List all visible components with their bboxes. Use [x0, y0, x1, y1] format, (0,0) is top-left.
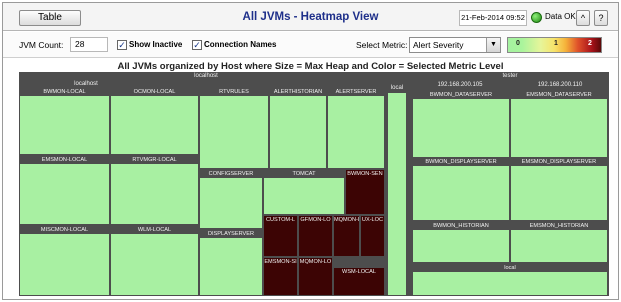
jvm-cell[interactable]: BWMON_DATASERVER — [413, 91, 509, 157]
table-button[interactable]: Table — [19, 10, 81, 26]
host-subheader-localhost: localhost — [74, 81, 98, 87]
host-header-localhost: localhost — [194, 73, 218, 79]
jvm-count-label: JVM Count: — [19, 40, 64, 50]
jvm-cell-critical[interactable]: CUSTOM-L — [264, 216, 297, 256]
jvm-cell-critical[interactable]: GFMON-LO — [299, 216, 332, 256]
jvm-count-field: 28 — [70, 37, 108, 52]
date-display: 21-Feb-2014 09:52 — [459, 10, 527, 26]
legend-mid: 1 — [554, 40, 558, 47]
host-ip-2: 192.168.200.110 — [537, 82, 583, 88]
heatmap-window: Table All JVMs - Heatmap View 21-Feb-201… — [2, 2, 619, 300]
jvm-cell[interactable]: RTVRULES — [200, 88, 268, 168]
jvm-cell[interactable]: local — [413, 264, 607, 295]
jvm-cell[interactable]: BWMON-LOCAL — [20, 88, 109, 154]
chevron-down-icon[interactable]: ▼ — [486, 38, 500, 52]
jvm-cell[interactable]: EMSMON-LOCAL — [20, 156, 109, 224]
host-ip-1: 192.168.200.105 — [437, 82, 483, 88]
title-bar: Table All JVMs - Heatmap View 21-Feb-201… — [3, 3, 618, 31]
color-legend: 0 1 2 — [507, 37, 602, 53]
connection-names-label: Connection Names — [204, 40, 277, 49]
data-ok-label: Data OK — [545, 12, 576, 21]
heatmap-title: All JVMs organized by Host where Size = … — [117, 61, 504, 72]
help-button[interactable]: ? — [594, 10, 608, 26]
metric-select[interactable]: Alert Severity ▼ — [409, 37, 501, 53]
jvm-cell[interactable]: CONFIGSERVER — [200, 170, 262, 228]
jvm-cell[interactable]: OCMON-LOCAL — [111, 88, 198, 154]
jvm-cell[interactable]: EMSMON_DATASERVER — [511, 91, 607, 157]
jvm-cell[interactable]: ALERTHISTORIAN — [270, 88, 326, 168]
jvm-cell-critical[interactable]: MQMON-LO — [334, 216, 359, 256]
jvm-cell-critical[interactable]: EMSMON-SI — [264, 258, 297, 295]
jvm-cell[interactable]: TOMCAT — [264, 170, 344, 214]
show-inactive-checkbox[interactable]: ✓ — [117, 40, 127, 50]
host-header-tester: tester — [502, 73, 518, 79]
jvm-cell[interactable]: BWMON_HISTORIAN — [413, 222, 509, 262]
metric-select-value: Alert Severity — [413, 40, 464, 50]
jvm-cell[interactable] — [388, 93, 406, 295]
jvm-cell[interactable]: WLM-LOCAL — [111, 226, 198, 295]
jvm-cell-critical[interactable]: MQMON-LO — [299, 258, 332, 295]
jvm-cell[interactable]: DISPLAYSERVER — [200, 230, 262, 295]
legend-min: 0 — [516, 40, 520, 47]
jvm-cell[interactable]: RTVMGR-LOCAL — [111, 156, 198, 224]
jvm-cell-critical[interactable]: WSM-LOCAL — [334, 268, 384, 295]
controls-bar: JVM Count: 28 ✓ Show Inactive ✓ Connecti… — [3, 32, 618, 58]
jvm-cell-critical[interactable]: UX-LOC — [361, 216, 384, 256]
data-ok-status-icon — [531, 12, 542, 23]
show-inactive-label: Show Inactive — [129, 40, 183, 49]
up-button[interactable]: ^ — [576, 10, 590, 26]
jvm-cell-critical[interactable]: BWMON-SEN — [346, 170, 384, 214]
connection-names-checkbox[interactable]: ✓ — [192, 40, 202, 50]
select-metric-label: Select Metric: — [356, 40, 408, 50]
heatmap: localhost localhost BWMON-LOCAL OCMON-LO… — [19, 72, 609, 296]
jvm-cell[interactable]: MISCMON-LOCAL — [20, 226, 109, 295]
jvm-cell[interactable]: EMSMON_HISTORIAN — [511, 222, 607, 262]
jvm-cell[interactable]: ALERTSERVER — [328, 88, 384, 168]
legend-max: 2 — [588, 40, 592, 47]
host-header-local: local — [390, 85, 404, 91]
jvm-cell[interactable]: EMSMON_DISPLAYSERVER — [511, 158, 607, 220]
jvm-cell[interactable]: BWMON_DISPLAYSERVER — [413, 158, 509, 220]
